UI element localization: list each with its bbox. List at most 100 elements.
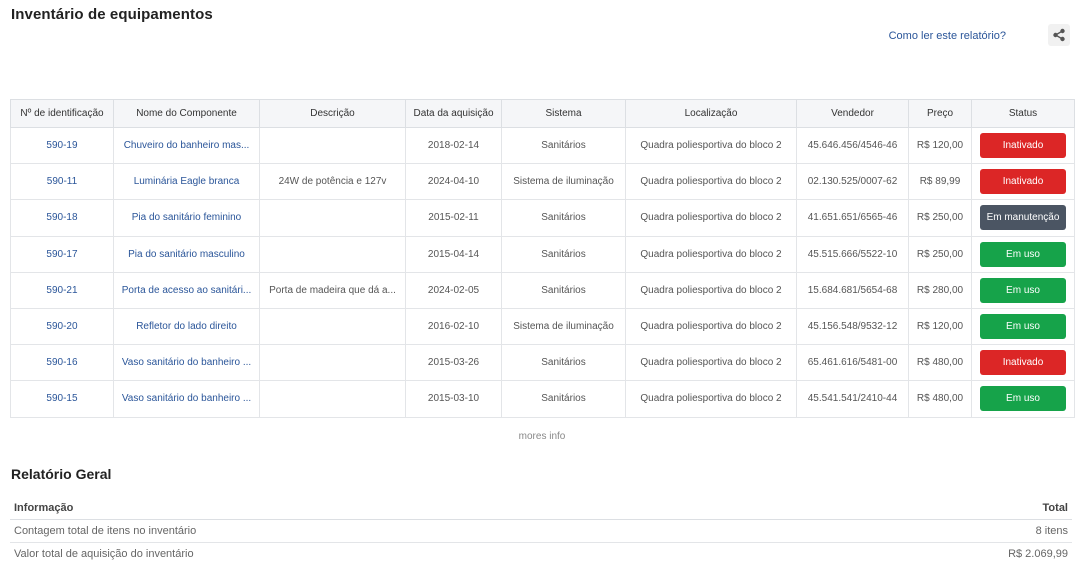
- cell-location: Quadra poliesportiva do bloco 2: [625, 163, 797, 201]
- cell-system: Sanitários: [501, 126, 626, 165]
- share-icon: [1053, 28, 1065, 42]
- summary-row: Contagem total de itens no inventário 8 i…: [10, 519, 1072, 543]
- cell-system: Sanitários: [501, 344, 626, 382]
- col-header-location[interactable]: Localização: [625, 99, 797, 128]
- inventory-table: Nº de identificação Nome do Componente D…: [10, 99, 1075, 418]
- table-header-row: Nº de identificação Nome do Componente D…: [10, 99, 1075, 128]
- cell-date: 2015-04-14: [405, 235, 502, 273]
- cell-id[interactable]: 590-19: [10, 126, 114, 165]
- col-header-id[interactable]: Nº de identificação: [10, 99, 114, 128]
- summary-value: 8 itens: [792, 519, 1072, 543]
- cell-name[interactable]: Refletor do lado direito: [113, 307, 260, 346]
- cell-vendor: 15.684.681/5654-68: [796, 271, 909, 309]
- cell-description: [259, 380, 406, 418]
- cell-description: [259, 126, 406, 165]
- cell-date: 2015-02-11: [405, 199, 502, 237]
- summary-header-row: Informação Total: [10, 497, 1072, 520]
- cell-id[interactable]: 590-11: [10, 163, 114, 201]
- cell-status: Em manutenção: [971, 199, 1075, 237]
- table-row[interactable]: 590-15 Vaso sanitário do banheiro ... 2015…: [10, 380, 1075, 418]
- summary-table: Informação Total Contagem total de itens…: [10, 497, 1072, 561]
- cell-name[interactable]: Vaso sanitário do banheiro ...: [113, 344, 260, 382]
- summary-label: Contagem total de itens no inventário: [10, 519, 793, 543]
- table-row[interactable]: 590-19 Chuveiro do banheiro mas... 2018-02…: [10, 126, 1075, 165]
- cell-price: R$ 480,00: [908, 344, 972, 382]
- status-badge: Em uso: [980, 386, 1066, 412]
- cell-date: 2024-04-10: [405, 163, 502, 201]
- col-header-description[interactable]: Descrição: [259, 99, 406, 128]
- cell-id[interactable]: 590-16: [10, 344, 114, 382]
- cell-name[interactable]: Chuveiro do banheiro mas...: [113, 126, 260, 165]
- help-link[interactable]: Como ler este relatório?: [889, 30, 1006, 42]
- more-info-link[interactable]: mores info: [0, 431, 1080, 442]
- cell-system: Sanitários: [501, 380, 626, 418]
- cell-status: Em uso: [971, 380, 1075, 418]
- table-row[interactable]: 590-20 Refletor do lado direito 2016-02-10…: [10, 307, 1075, 346]
- summary-value: R$ 2.069,99: [792, 542, 1072, 561]
- cell-name[interactable]: Vaso sanitário do banheiro ...: [113, 380, 260, 418]
- cell-vendor: 41.651.651/6565-46: [796, 199, 909, 237]
- cell-id[interactable]: 590-18: [10, 199, 114, 237]
- status-badge: Em uso: [980, 241, 1066, 267]
- status-badge: Em uso: [980, 277, 1066, 303]
- cell-system: Sistema de iluminação: [501, 307, 626, 346]
- col-header-price[interactable]: Preço: [908, 99, 972, 128]
- summary-row: Valor total de aquisição do inventário R$…: [10, 542, 1072, 561]
- cell-vendor: 45.156.548/9532-12: [796, 307, 909, 346]
- cell-date: 2018-02-14: [405, 126, 502, 165]
- status-badge: Inativado: [980, 169, 1066, 195]
- cell-price: R$ 89,99: [908, 163, 972, 201]
- cell-status: Em uso: [971, 307, 1075, 346]
- cell-vendor: 45.646.456/4546-46: [796, 126, 909, 165]
- table-row[interactable]: 590-11 Luminária Eagle branca 24W de potên…: [10, 163, 1075, 201]
- cell-name[interactable]: Pia do sanitário feminino: [113, 199, 260, 237]
- col-header-status[interactable]: Status: [971, 99, 1075, 128]
- status-badge: Inativado: [980, 350, 1066, 376]
- cell-name[interactable]: Porta de acesso ao sanitári...: [113, 271, 260, 309]
- cell-price: R$ 120,00: [908, 307, 972, 346]
- cell-location: Quadra poliesportiva do bloco 2: [625, 344, 797, 382]
- cell-date: 2015-03-10: [405, 380, 502, 418]
- col-header-vendor[interactable]: Vendedor: [796, 99, 909, 128]
- cell-vendor: 65.461.616/5481-00: [796, 344, 909, 382]
- col-header-name[interactable]: Nome do Componente: [113, 99, 260, 128]
- cell-system: Sanitários: [501, 271, 626, 309]
- share-button[interactable]: [1048, 24, 1070, 46]
- summary-label: Valor total de aquisição do inventário: [10, 542, 793, 561]
- summary-col-info: Informação: [10, 497, 793, 520]
- cell-name[interactable]: Luminária Eagle branca: [113, 163, 260, 201]
- col-header-system[interactable]: Sistema: [501, 99, 626, 128]
- cell-description: [259, 235, 406, 273]
- cell-price: R$ 120,00: [908, 126, 972, 165]
- cell-id[interactable]: 590-17: [10, 235, 114, 273]
- status-badge: Inativado: [980, 133, 1066, 159]
- cell-description: [259, 307, 406, 346]
- cell-location: Quadra poliesportiva do bloco 2: [625, 235, 797, 273]
- cell-date: 2016-02-10: [405, 307, 502, 346]
- cell-status: Em uso: [971, 235, 1075, 273]
- cell-system: Sanitários: [501, 199, 626, 237]
- cell-id[interactable]: 590-15: [10, 380, 114, 418]
- cell-description: [259, 344, 406, 382]
- cell-system: Sistema de iluminação: [501, 163, 626, 201]
- cell-location: Quadra poliesportiva do bloco 2: [625, 199, 797, 237]
- cell-price: R$ 480,00: [908, 380, 972, 418]
- table-row[interactable]: 590-17 Pia do sanitário masculino 2015-04-…: [10, 235, 1075, 273]
- table-row[interactable]: 590-18 Pia do sanitário feminino 2015-02-1…: [10, 199, 1075, 237]
- summary-title: Relatório Geral: [11, 466, 112, 482]
- cell-status: Inativado: [971, 163, 1075, 201]
- status-badge: Em manutenção: [980, 205, 1066, 231]
- table-row[interactable]: 590-16 Vaso sanitário do banheiro ... 2015…: [10, 344, 1075, 382]
- cell-name[interactable]: Pia do sanitário masculino: [113, 235, 260, 273]
- summary-col-total: Total: [792, 497, 1072, 520]
- cell-vendor: 02.130.525/0007-62: [796, 163, 909, 201]
- cell-status: Em uso: [971, 271, 1075, 309]
- cell-description: [259, 199, 406, 237]
- cell-id[interactable]: 590-21: [10, 271, 114, 309]
- cell-date: 2024-02-05: [405, 271, 502, 309]
- page-title: Inventário de equipamentos: [11, 6, 213, 23]
- cell-vendor: 45.541.541/2410-44: [796, 380, 909, 418]
- table-row[interactable]: 590-21 Porta de acesso ao sanitári... Port…: [10, 271, 1075, 309]
- col-header-date[interactable]: Data da aquisição: [405, 99, 502, 128]
- cell-id[interactable]: 590-20: [10, 307, 114, 346]
